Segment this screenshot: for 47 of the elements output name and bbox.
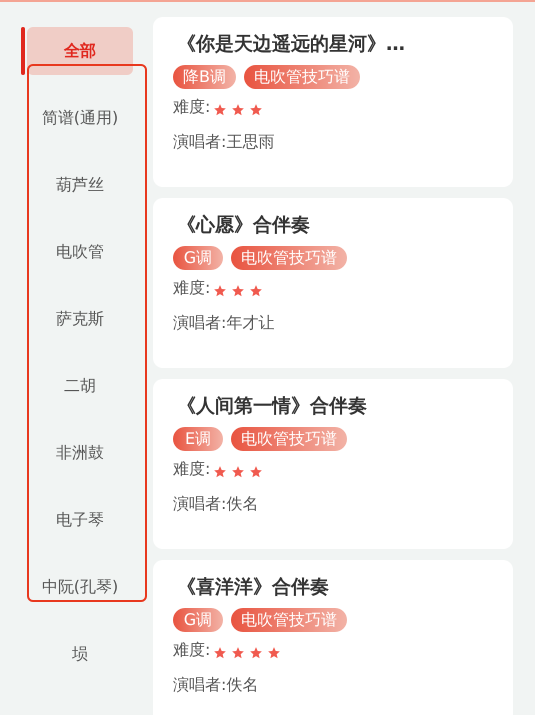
category-tab[interactable]: 中阮(孔琴) xyxy=(42,575,118,599)
score-card[interactable]: 《人间第一情》合伴奏 E调 电吹管技巧谱 难度: 演唱者:佚名 xyxy=(153,379,513,549)
star-icon xyxy=(249,646,264,660)
score-title[interactable]: 《喜洋洋》合伴奏 xyxy=(177,574,503,600)
singer-text: 演唱者:佚名 xyxy=(173,675,260,696)
star-icon xyxy=(249,464,264,478)
category-tab[interactable]: 二胡 xyxy=(64,374,96,398)
score-tag: G调 xyxy=(173,246,223,270)
star-icon xyxy=(231,102,246,116)
score-tag: 电吹管技巧谱 xyxy=(231,427,347,451)
star-icon xyxy=(267,646,282,660)
star-icon xyxy=(231,464,246,478)
star-icon xyxy=(213,646,228,660)
category-tab[interactable]: 埙 xyxy=(72,642,88,666)
score-card[interactable]: 《心愿》合伴奏 G调 电吹管技巧谱 难度: 演唱者:年才让 xyxy=(153,198,513,368)
category-tab[interactable]: 非洲鼓 xyxy=(56,441,104,465)
score-tag: 降B调 xyxy=(173,65,236,89)
star-icon xyxy=(231,284,246,298)
star-icon xyxy=(213,464,228,478)
score-title[interactable]: 《你是天边遥远的星河》… xyxy=(177,31,503,57)
star-icon xyxy=(231,646,246,660)
category-tab[interactable]: 萨克斯 xyxy=(56,307,104,331)
singer-text: 演唱者:年才让 xyxy=(173,313,276,334)
selection-indicator xyxy=(21,27,25,75)
star-icon xyxy=(213,284,228,298)
star-icon xyxy=(249,102,264,116)
star-icon xyxy=(249,284,264,298)
score-tag: 电吹管技巧谱 xyxy=(231,246,347,270)
star-icon xyxy=(213,102,228,116)
score-card[interactable]: 《你是天边遥远的星河》… 降B调 电吹管技巧谱 难度: 演唱者:王思雨 xyxy=(153,17,513,187)
difficulty-label: 难度: xyxy=(173,459,210,480)
category-tab[interactable]: 简谱(通用) xyxy=(42,106,118,130)
score-title[interactable]: 《心愿》合伴奏 xyxy=(177,212,503,238)
difficulty-label: 难度: xyxy=(173,640,210,661)
category-tab[interactable]: 电子琴 xyxy=(56,508,104,532)
category-tab[interactable]: 葫芦丝 xyxy=(56,173,104,197)
score-tag: 电吹管技巧谱 xyxy=(244,65,360,89)
score-title[interactable]: 《人间第一情》合伴奏 xyxy=(177,393,503,419)
singer-text: 演唱者:王思雨 xyxy=(173,132,276,153)
score-tag: E调 xyxy=(173,427,223,451)
singer-text: 演唱者:佚名 xyxy=(173,494,260,515)
score-tag: G调 xyxy=(173,608,223,632)
score-tag: 电吹管技巧谱 xyxy=(231,608,347,632)
category-tab[interactable]: 电吹管 xyxy=(56,240,104,264)
difficulty-label: 难度: xyxy=(173,97,210,118)
difficulty-label: 难度: xyxy=(173,278,210,299)
score-card[interactable]: 《喜洋洋》合伴奏 G调 电吹管技巧谱 难度: 演唱者:佚名 xyxy=(153,560,513,715)
